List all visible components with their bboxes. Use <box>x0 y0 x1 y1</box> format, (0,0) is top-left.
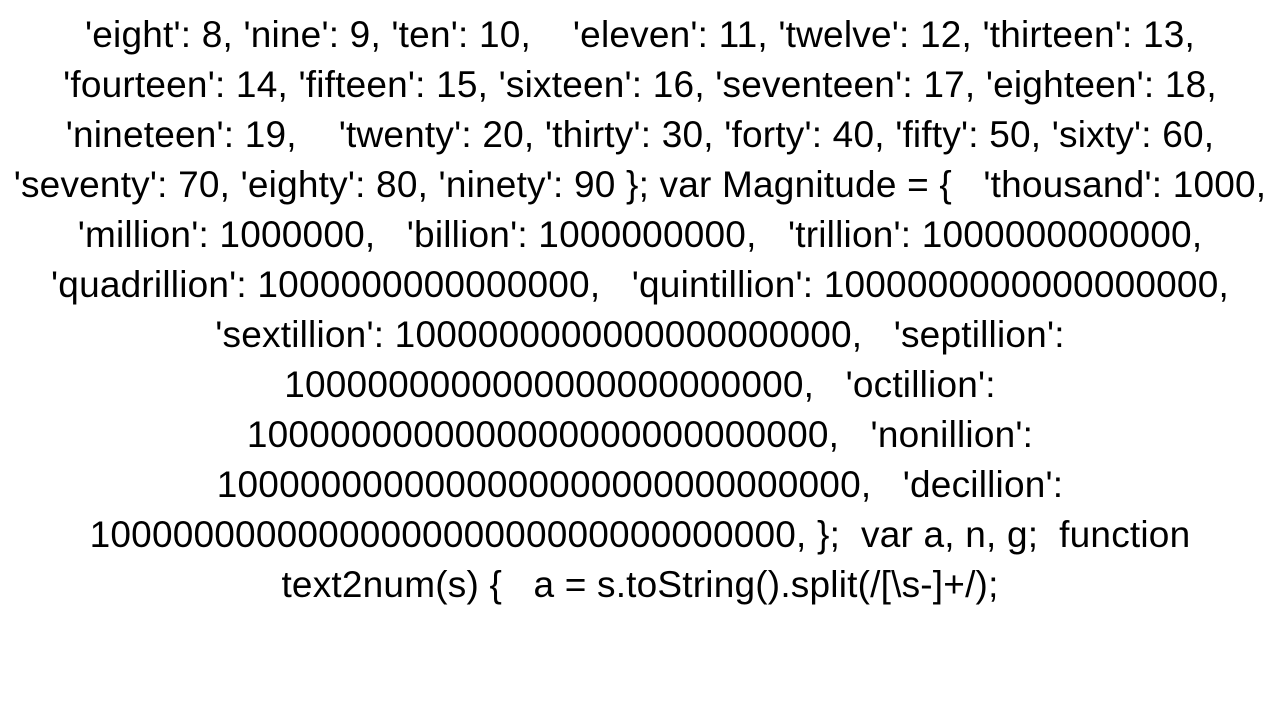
code-snippet: 'eight': 8, 'nine': 9, 'ten': 10, 'eleve… <box>0 0 1280 610</box>
page-container: 'eight': 8, 'nine': 9, 'ten': 10, 'eleve… <box>0 0 1280 720</box>
